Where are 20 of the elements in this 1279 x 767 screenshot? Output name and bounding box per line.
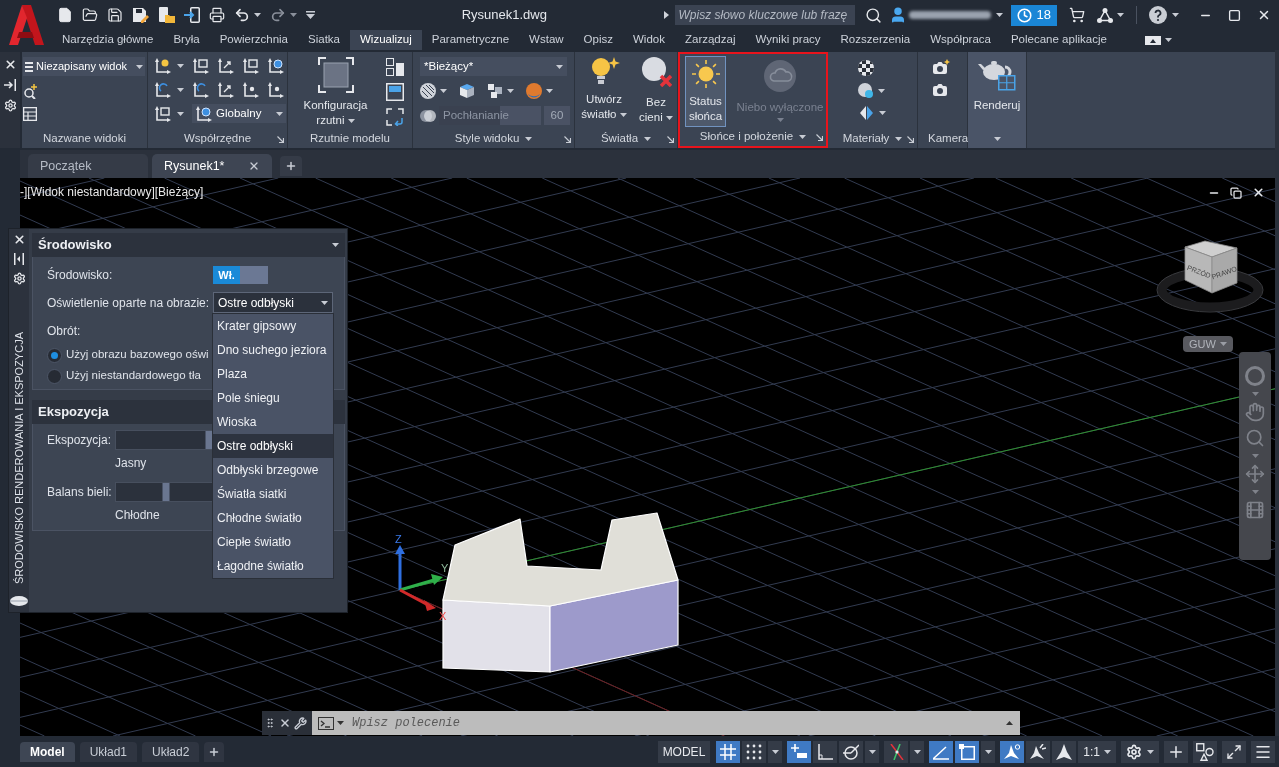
axis-label: Y bbox=[441, 562, 449, 574]
panel-title: Materiały bbox=[842, 131, 890, 147]
panel-title: Słońce i położenie bbox=[699, 129, 794, 145]
window-title: Rysunek1.dwg bbox=[461, 6, 547, 25]
field-label: Balans bieli: bbox=[47, 484, 113, 501]
panel-title: Rzutnie modelu bbox=[310, 131, 390, 147]
slider-caption: Jasny bbox=[115, 455, 147, 470]
palette-title: ŚRODOWISKO RENDEROWANIA I EKSPOZYCJA bbox=[12, 331, 26, 584]
axis-label: Z bbox=[395, 533, 402, 545]
panel-title: Współrzędne bbox=[183, 131, 252, 147]
field-label: Ekspozycja: bbox=[47, 432, 113, 449]
axis-label: X bbox=[439, 610, 447, 622]
slider-caption: Chłodne bbox=[115, 507, 160, 522]
panel-title: Światła bbox=[600, 131, 639, 147]
field-label: Środowisko: bbox=[47, 266, 114, 284]
panel-title: Style widoku bbox=[454, 131, 520, 147]
field-label: Oświetlenie oparte na obrazie: bbox=[47, 294, 211, 312]
panel-title: Kamera bbox=[928, 131, 969, 147]
field-label: Obrót: bbox=[47, 323, 81, 338]
panel-title: Nazwane widoki bbox=[42, 131, 127, 147]
